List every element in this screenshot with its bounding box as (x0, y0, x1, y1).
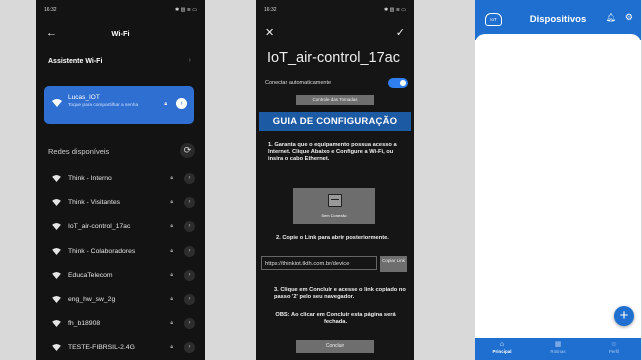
device-list-area (475, 34, 641, 338)
guide-title: GUIA DE CONFIGURAÇÃO (259, 112, 411, 131)
wifi-icon (52, 247, 61, 255)
nav-label: Rotinas (550, 349, 566, 354)
lock-icon: 🔒︎ (170, 271, 173, 278)
lock-icon: 🔒︎ (170, 247, 173, 254)
add-device-button[interactable]: + (614, 306, 634, 326)
network-item[interactable]: IoT_air-control_17ac 🔒︎ › (36, 220, 205, 234)
status-time: 16:32 (44, 7, 57, 13)
wifi-icon (52, 223, 61, 231)
page-title: Wi-Fi (111, 29, 130, 38)
close-icon[interactable]: ✕ (265, 26, 274, 39)
status-icons: ✱ ▥ ≋ ▭ (175, 7, 197, 13)
bell-icon[interactable]: 🔔︎ (606, 13, 616, 22)
status-time: 16:32 (264, 7, 277, 13)
network-name: fh_b18908 (68, 320, 101, 328)
network-title: IoT_air-control_17ac (267, 50, 400, 66)
calendar-icon: ▦ (554, 341, 562, 348)
gear-icon[interactable]: ⚙ (625, 12, 633, 23)
wifi-icon (52, 175, 61, 182)
connected-network-subtitle: Toque para compartilhar a senha (68, 103, 139, 108)
network-item[interactable]: EducaTelecom 🔒︎ › (36, 269, 205, 283)
home-icon: ⌂ (499, 341, 505, 348)
lock-icon: 🔒︎ (170, 296, 173, 302)
no-connection-label: Sem Conexão (321, 213, 347, 218)
network-icon (328, 194, 342, 207)
network-details-button[interactable]: › (176, 98, 187, 109)
status-bar: 16:32 ✱ ▥ ≋ ▭ (44, 7, 197, 13)
network-details-button[interactable]: › (184, 342, 195, 354)
auto-connect-label: Conectar automaticamente (265, 80, 332, 86)
wifi-assistant-item[interactable]: Assistente Wi-Fi (48, 58, 102, 65)
lock-icon: 🔒︎ (170, 199, 173, 206)
step-3-text: 3. Clique em Concluir e acesse o link co… (274, 287, 406, 300)
refresh-icon[interactable]: ⟳ (180, 143, 195, 158)
network-name: Think - Colaboradores (68, 247, 136, 255)
wifi-icon (52, 199, 61, 207)
nav-label: Principal (492, 349, 512, 354)
network-item[interactable]: Think - Interno 🔒︎ › (36, 172, 205, 186)
lock-icon: 🔒︎ (170, 344, 173, 351)
check-icon[interactable]: ✓ (396, 26, 405, 39)
concluir-button[interactable]: Concluir (296, 340, 374, 353)
nav-item-rotinas[interactable]: ▦ Rotinas (538, 341, 578, 354)
bottom-nav: ⌂ Principal ▦ Rotinas ☺ Perfil (475, 338, 641, 360)
nav-label: Perfil (608, 349, 620, 354)
network-details-button[interactable]: › (184, 173, 195, 184)
profile-icon: ☺ (610, 341, 618, 348)
step-1-text: 1. Garanta que o equipamento possua aces… (268, 142, 397, 162)
network-item[interactable]: eng_hw_sw_2g 🔒︎ › (36, 293, 205, 307)
lock-icon: 🔒︎ (170, 223, 173, 230)
controle-tomadas-button[interactable]: Controle das Tomadas (296, 95, 374, 105)
network-name: eng_hw_sw_2g (68, 296, 116, 303)
lock-icon: 🔒︎ (170, 320, 173, 327)
header: ← Wi-Fi (36, 28, 205, 40)
page-title: Dispositivos (529, 14, 587, 25)
network-details-button[interactable]: › (184, 294, 195, 305)
step-2-text: 2. Copie o Link para abrir posteriorment… (276, 235, 389, 241)
device-link-field[interactable]: https://thinkiot.tkth.com.br/device (261, 256, 377, 270)
nav-item-perfil[interactable]: ☺ Perfil (594, 341, 634, 354)
configure-wifi-button[interactable]: Sem Conexão (293, 188, 375, 224)
status-bar: 16:32 ✱ ▥ ≋ ▭ (264, 7, 406, 13)
copy-link-button[interactable]: Copiar Link (380, 256, 407, 272)
iot-config-screen: 16:32 ✱ ▥ ≋ ▭ ✕ ✓ IoT_air-control_17ac C… (256, 0, 414, 360)
wifi-icon (52, 271, 61, 279)
nav-item-principal[interactable]: ⌂ Principal (482, 341, 522, 354)
obs-text: OBS: Ao clicar em Concluir esta página s… (275, 312, 396, 325)
network-name: EducaTelecom (68, 271, 113, 279)
network-item[interactable]: TESTE-FIBRSIL-2.4G 🔒︎ › (36, 341, 205, 355)
network-name: TESTE-FIBRSIL-2.4G (68, 344, 135, 352)
network-name: Think - Visitantes (68, 199, 121, 207)
wifi-settings-screen: 16:32 ✱ ▥ ≋ ▭ ← Wi-Fi Assistente Wi-Fi ›… (36, 0, 205, 360)
network-details-button[interactable]: › (184, 245, 195, 257)
network-item[interactable]: fh_b18908 🔒︎ › (36, 317, 205, 331)
wifi-icon (52, 296, 61, 303)
auto-connect-toggle[interactable] (388, 78, 408, 88)
wifi-icon (52, 99, 62, 107)
network-details-button[interactable]: › (184, 221, 195, 233)
network-item[interactable]: Think - Visitantes 🔒︎ › (36, 196, 205, 210)
lock-icon: 🔒︎ (170, 175, 173, 181)
wifi-icon (52, 320, 61, 328)
status-icons: ✱ ▥ ≋ ▭ (384, 7, 406, 13)
lock-icon: 🔒︎ (164, 101, 167, 107)
network-name: Think - Interno (68, 175, 112, 182)
devices-screen: IoT Dispositivos 🔔︎ ⚙ + ⌂ Principal ▦ Ro… (475, 0, 641, 360)
network-name: IoT_air-control_17ac (68, 223, 131, 231)
wifi-icon (52, 344, 61, 352)
network-details-button[interactable]: › (184, 197, 195, 209)
network-details-button[interactable]: › (184, 269, 195, 281)
available-networks-label: Redes disponíveis (48, 147, 110, 156)
connected-network-name: Lucas_IOT (68, 94, 100, 101)
network-item[interactable]: Think - Colaboradores 🔒︎ › (36, 245, 205, 259)
connected-network-card[interactable]: Lucas_IOT Toque para compartilhar a senh… (44, 86, 194, 124)
network-details-button[interactable]: › (184, 318, 195, 330)
chevron-right-icon: › (188, 57, 191, 64)
